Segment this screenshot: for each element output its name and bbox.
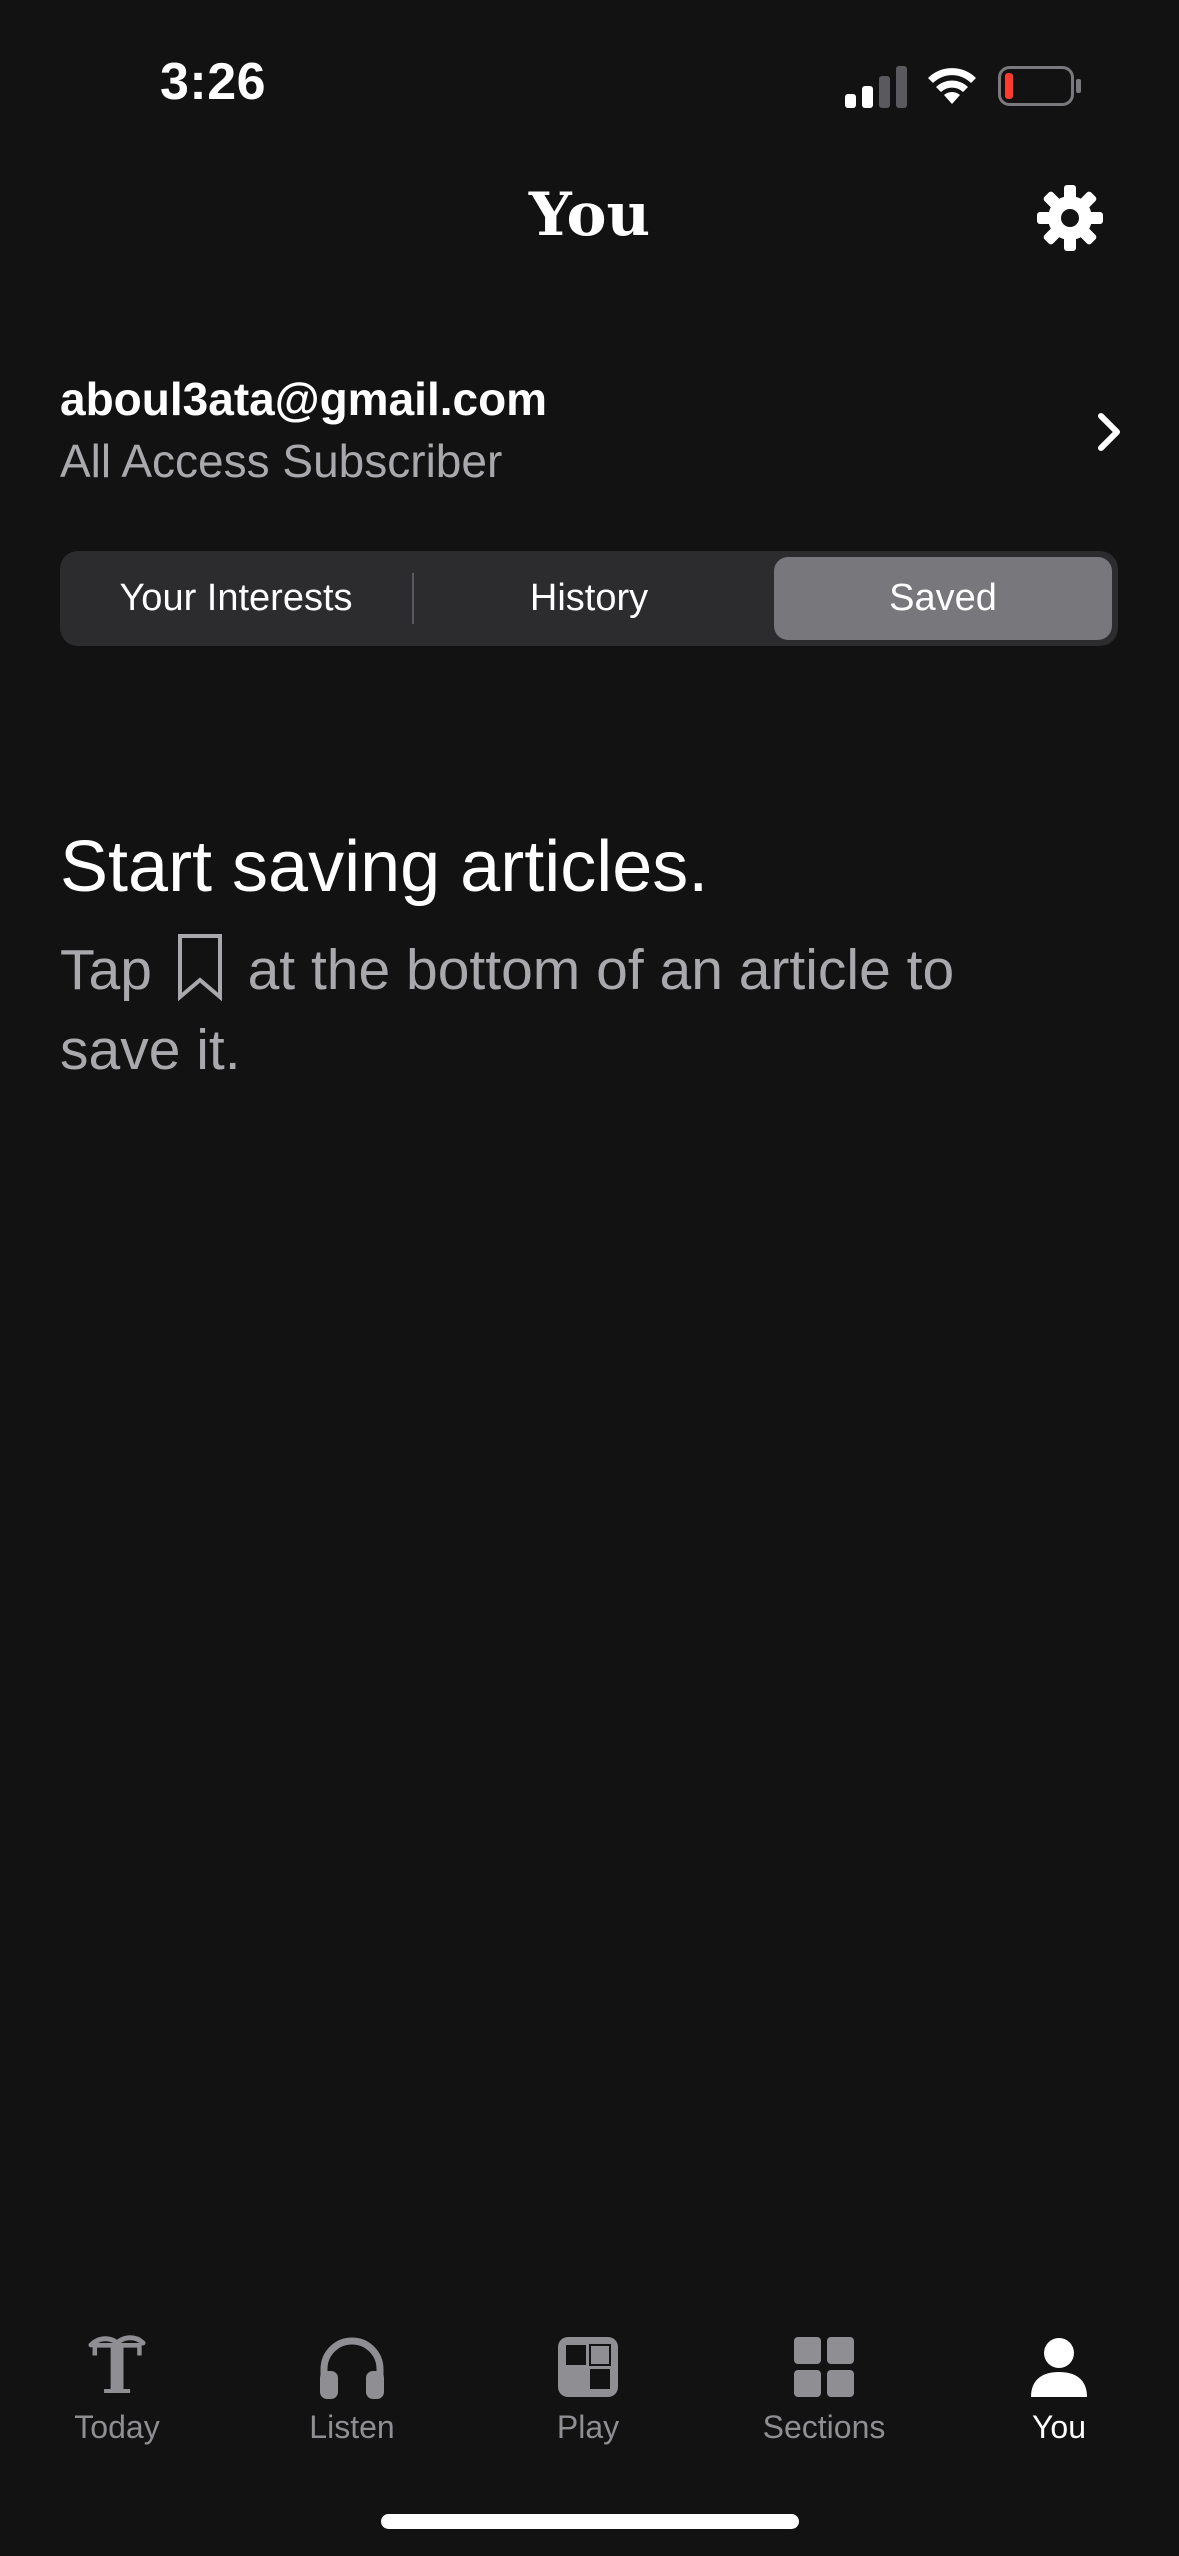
empty-state-text: Tap at the bottom of an article to save … [60,930,1020,1090]
gear-icon [1037,185,1103,251]
account-row[interactable]: aboul3ata@gmail.com All Access Subscribe… [60,368,1129,498]
status-time: 3:26 [160,53,267,111]
segment-saved[interactable]: Saved [774,557,1112,640]
cellular-signal-icon [845,66,907,108]
battery-icon [998,66,1081,106]
tab-sections[interactable]: Sections [724,2310,924,2460]
subscription-status: All Access Subscriber [60,435,503,487]
home-indicator [381,2514,799,2529]
tab-label: Today [74,2409,160,2445]
headphones-icon [320,2337,384,2399]
empty-state-text-start: Tap [60,938,168,1002]
segment-history[interactable]: History [412,557,766,640]
empty-state-title: Start saving articles. [60,827,709,907]
account-email: aboul3ata@gmail.com [60,373,548,425]
tab-play[interactable]: Play [488,2310,688,2460]
bookmark-icon [177,934,222,1001]
grid-icon [794,2337,854,2397]
tab-listen[interactable]: Listen [252,2310,452,2460]
tab-you[interactable]: You [959,2310,1159,2460]
tab-label: You [1032,2409,1086,2445]
person-icon [1031,2338,1087,2397]
chevron-right-icon [1098,413,1120,451]
tab-label: Play [556,2409,620,2445]
tab-bar: T Today Listen Play Sections You [0,2310,1179,2470]
wifi-icon [928,68,976,104]
games-icon [558,2337,618,2397]
tab-label: Sections [762,2409,886,2445]
segmented-control: Your Interests History Saved [60,551,1118,646]
nyt-logo-icon: T [88,2331,146,2403]
segment-your-interests[interactable]: Your Interests [60,557,412,640]
settings-button[interactable] [1030,178,1110,258]
page-title: You [528,180,651,250]
tab-today[interactable]: T Today [17,2310,217,2460]
tab-label: Listen [309,2409,395,2445]
